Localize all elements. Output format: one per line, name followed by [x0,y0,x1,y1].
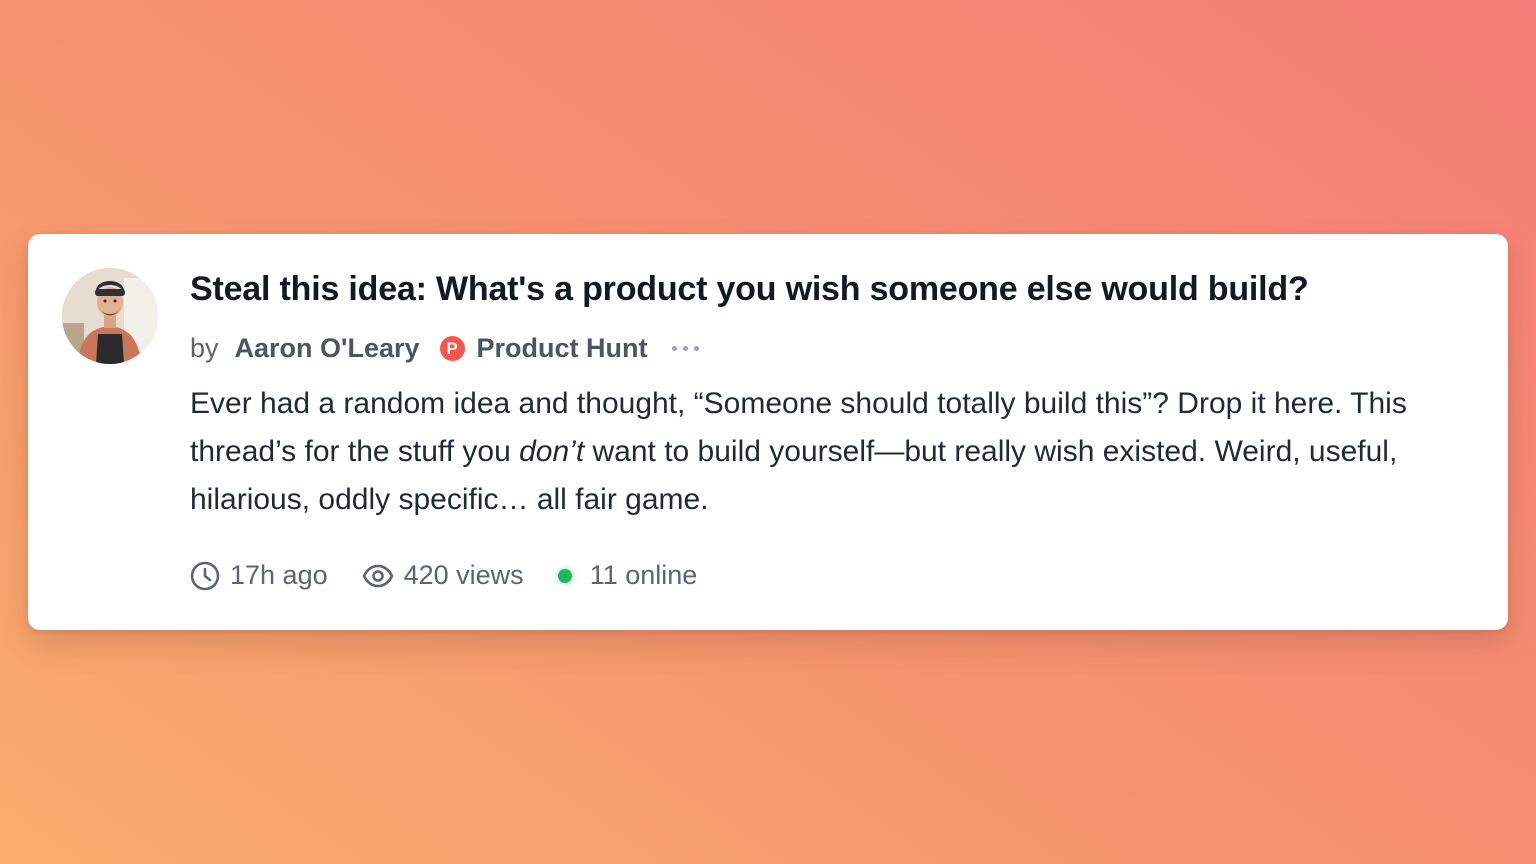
community-link[interactable]: P Product Hunt [439,330,648,366]
view-count-text: 420 views [403,560,524,590]
author-avatar[interactable] [62,268,158,364]
timestamp-text: 17h ago [230,560,328,590]
online-count-text: 11 online [589,560,698,590]
ellipsis-icon [682,345,688,351]
clock-icon [190,561,220,591]
eye-icon [362,564,394,588]
post-byline: by Aaron O'Leary P Product Hunt [190,330,701,366]
online-count: 11 online [557,560,698,591]
post-card: Steal this idea: What's a product you wi… [28,234,1508,630]
avatar-photo [62,268,158,364]
ellipsis-icon [671,345,677,351]
author-name-link[interactable]: Aaron O'Leary [235,330,420,366]
view-count: 420 views [362,560,524,591]
product-hunt-logo-icon: P [439,335,465,361]
ellipsis-icon [693,345,699,351]
post-title[interactable]: Steal this idea: What's a product you wi… [190,268,1309,310]
timestamp: 17h ago [190,560,328,591]
community-name: Product Hunt [476,333,648,363]
more-options-button[interactable] [670,342,701,355]
post-meta: 17h ago 420 views 11 online [190,560,697,591]
by-label: by [190,333,219,363]
online-status-dot [557,568,572,583]
post-body: Ever had a random idea and thought, “Som… [190,380,1490,524]
post-body-emphasis: don’t [519,435,585,468]
